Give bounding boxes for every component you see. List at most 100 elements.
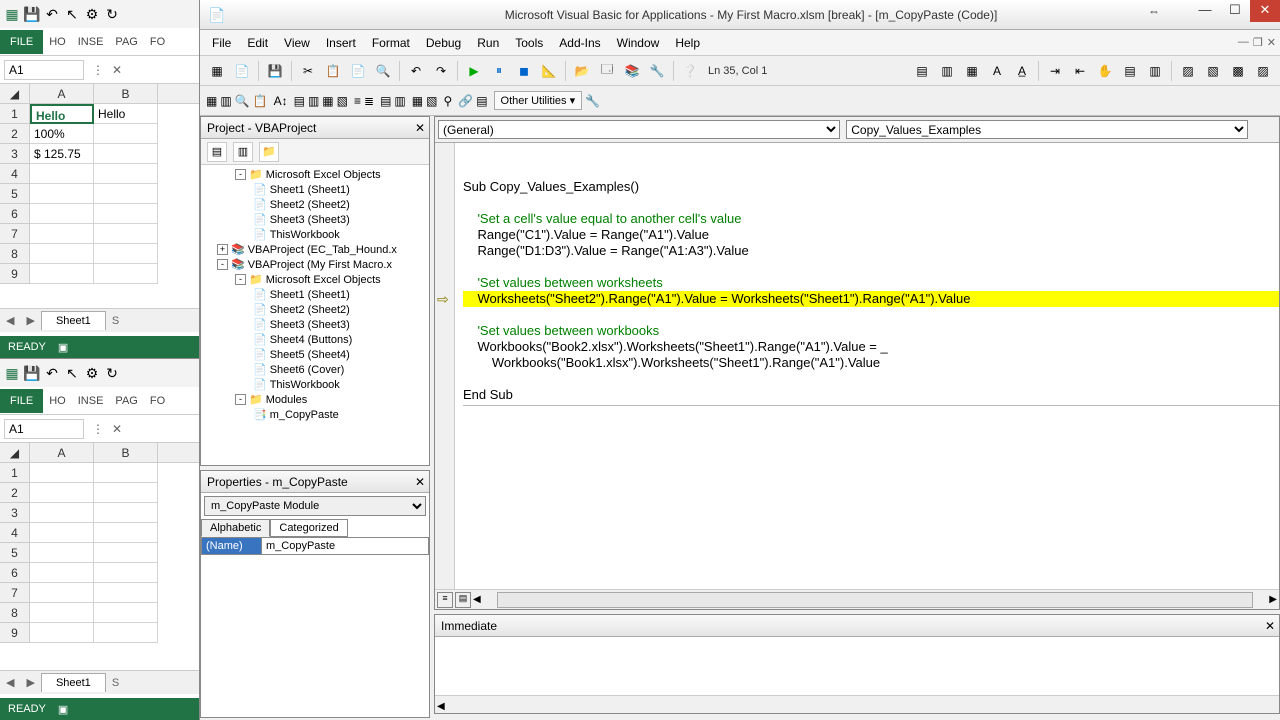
design-mode-icon[interactable]: 📐: [538, 60, 560, 82]
ribbon-tab[interactable]: FO: [144, 36, 171, 48]
cell[interactable]: 100%: [30, 124, 94, 144]
tb-icon[interactable]: ▦: [961, 60, 983, 82]
tb2-icon[interactable]: 🔗: [458, 94, 473, 108]
code-line[interactable]: Workbooks("Book1.xlsx").Worksheets("Shee…: [463, 355, 1279, 371]
col-header[interactable]: B: [94, 443, 158, 462]
col-header[interactable]: B: [94, 84, 158, 103]
macro-record-icon[interactable]: ▣: [58, 341, 68, 354]
row-header[interactable]: 4: [0, 164, 30, 184]
menu-add-ins[interactable]: Add-Ins: [551, 36, 608, 50]
expand-icon[interactable]: -: [217, 259, 228, 270]
row-header[interactable]: 8: [0, 244, 30, 264]
tb2-icon[interactable]: ▤: [380, 94, 391, 108]
cell[interactable]: [30, 543, 94, 563]
cut-icon[interactable]: ✂: [297, 60, 319, 82]
view-code-icon[interactable]: ▤: [207, 142, 227, 162]
menu-edit[interactable]: Edit: [239, 36, 276, 50]
project-tree[interactable]: -📁Microsoft Excel Objects 📄Sheet1 (Sheet1…: [201, 165, 429, 445]
cell[interactable]: [30, 204, 94, 224]
code-line[interactable]: 'Set values between worksheets: [463, 275, 1279, 291]
expand-icon[interactable]: -: [235, 274, 246, 285]
cell[interactable]: [30, 463, 94, 483]
cell[interactable]: Hello: [94, 104, 158, 124]
code-editor[interactable]: Sub Copy_Values_Examples() 'Set a cell's…: [455, 143, 1279, 589]
project-explorer-icon[interactable]: 📂: [571, 60, 593, 82]
cell[interactable]: [30, 583, 94, 603]
tb2-icon[interactable]: ▥: [394, 94, 405, 108]
tb-icon[interactable]: A̲: [1011, 60, 1033, 82]
tree-item[interactable]: 📄Sheet2 (Sheet2): [203, 302, 427, 317]
code-line[interactable]: [463, 163, 1279, 179]
cell[interactable]: [30, 623, 94, 643]
cell[interactable]: [94, 224, 158, 244]
undo-icon[interactable]: ↶: [44, 6, 60, 22]
menu-format[interactable]: Format: [364, 36, 418, 50]
immediate-input[interactable]: [435, 637, 1279, 695]
tree-item[interactable]: 📄Sheet5 (Sheet4): [203, 347, 427, 362]
menu-view[interactable]: View: [276, 36, 318, 50]
cell[interactable]: [94, 523, 158, 543]
tb2-icon[interactable]: ▤: [476, 94, 487, 108]
refresh-icon[interactable]: ↻: [104, 365, 120, 381]
code-line[interactable]: Workbooks("Book2.xlsx").Worksheets("Shee…: [463, 339, 1279, 355]
cell[interactable]: [94, 244, 158, 264]
bookmark-icon[interactable]: ✋: [1094, 60, 1116, 82]
code-line[interactable]: [463, 307, 1279, 323]
code-line[interactable]: [463, 147, 1279, 163]
cell[interactable]: [94, 543, 158, 563]
cell[interactable]: [30, 603, 94, 623]
tb2-icon[interactable]: ≣: [364, 94, 374, 108]
toolbox-icon[interactable]: 🔧: [646, 60, 668, 82]
expand-icon[interactable]: -: [235, 169, 246, 180]
menu-help[interactable]: Help: [667, 36, 708, 50]
cell[interactable]: [30, 503, 94, 523]
tree-item[interactable]: +📚VBAProject (EC_Tab_Hound.x: [203, 242, 427, 257]
view-excel-icon[interactable]: ▦: [206, 60, 228, 82]
tb2-icon[interactable]: ▦: [412, 94, 423, 108]
cell[interactable]: [30, 264, 94, 284]
tree-item[interactable]: 📄Sheet1 (Sheet1): [203, 287, 427, 302]
undo-icon[interactable]: ↶: [44, 365, 60, 381]
row-header[interactable]: 6: [0, 563, 30, 583]
menu-file[interactable]: File: [204, 36, 239, 50]
tb-icon[interactable]: ▤: [911, 60, 933, 82]
other-utilities-dropdown[interactable]: Other Utilities ▾: [494, 91, 583, 110]
outdent-icon[interactable]: ⇤: [1069, 60, 1091, 82]
mdi-close[interactable]: ✕: [1267, 36, 1276, 49]
code-line[interactable]: [463, 259, 1279, 275]
help-icon[interactable]: ❔: [679, 60, 701, 82]
row-header[interactable]: 7: [0, 224, 30, 244]
row-header[interactable]: 7: [0, 583, 30, 603]
cell[interactable]: [94, 204, 158, 224]
tree-item[interactable]: 📄Sheet3 (Sheet3): [203, 317, 427, 332]
row-header[interactable]: 5: [0, 543, 30, 563]
row-header[interactable]: 2: [0, 124, 30, 144]
close-icon[interactable]: ✕: [415, 475, 425, 489]
tb2-icon[interactable]: ▧: [337, 94, 348, 108]
close-icon[interactable]: ✕: [415, 121, 425, 135]
cell[interactable]: [94, 583, 158, 603]
tb-icon[interactable]: ▩: [1227, 60, 1249, 82]
pointer-icon[interactable]: ↖: [64, 365, 80, 381]
tb2-icon[interactable]: ≡: [354, 94, 361, 108]
object-browser-icon[interactable]: 📚: [621, 60, 643, 82]
save-icon[interactable]: 💾: [24, 365, 40, 381]
cell[interactable]: $ 125.75: [30, 144, 94, 164]
macro-icon[interactable]: ⚙: [84, 6, 100, 22]
row-header[interactable]: 2: [0, 483, 30, 503]
code-line[interactable]: 'Set a cell's value equal to another cel…: [463, 211, 1279, 227]
pointer-icon[interactable]: ↖: [64, 6, 80, 22]
menu-window[interactable]: Window: [609, 36, 668, 50]
maximize-button[interactable]: ☐: [1220, 0, 1250, 22]
select-all[interactable]: ◢: [0, 443, 30, 462]
tab-categorized[interactable]: Categorized: [270, 519, 347, 537]
tree-item[interactable]: -📁Microsoft Excel Objects: [203, 167, 427, 182]
ribbon-tab[interactable]: HO: [43, 395, 72, 407]
row-header[interactable]: 1: [0, 463, 30, 483]
tree-item[interactable]: 📄Sheet4 (Buttons): [203, 332, 427, 347]
code-line[interactable]: 'Set values between workbooks: [463, 323, 1279, 339]
save-icon[interactable]: 💾: [264, 60, 286, 82]
cell[interactable]: [30, 563, 94, 583]
cell[interactable]: [94, 184, 158, 204]
find-icon[interactable]: 🔍: [372, 60, 394, 82]
